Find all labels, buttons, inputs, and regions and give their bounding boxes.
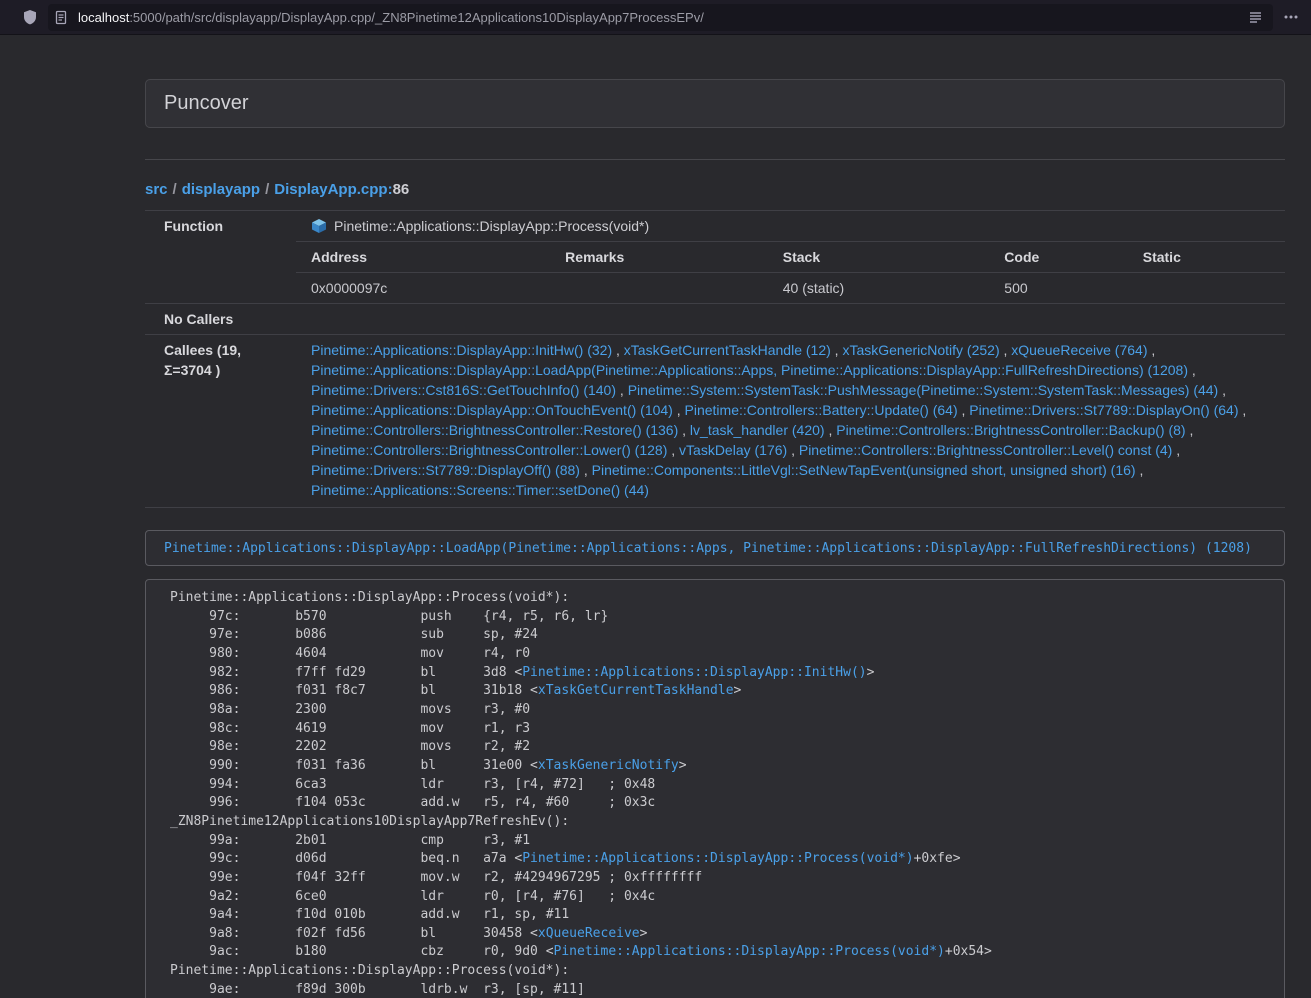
url-path: :5000/path/src/displayapp/DisplayApp.cpp… — [129, 10, 704, 25]
function-icon — [311, 218, 327, 234]
column-header-address: Address — [296, 242, 550, 273]
callee-link[interactable]: Pinetime::Controllers::BrightnessControl… — [799, 442, 1172, 458]
code-symbol-link[interactable]: Pinetime::Applications::DisplayApp::Proc… — [522, 851, 913, 866]
column-header-stack: Stack — [768, 242, 990, 273]
page-actions-menu-icon[interactable] — [1279, 9, 1303, 25]
callee-link[interactable]: Pinetime::Applications::DisplayApp::Init… — [311, 342, 612, 358]
stack-value: 40 (static) — [768, 273, 990, 304]
selected-symbol-box: Pinetime::Applications::DisplayApp::Load… — [145, 530, 1285, 566]
code-symbol-link[interactable]: xQueueReceive — [538, 926, 640, 941]
callees-label: Callees (19, Σ=3704 ) — [145, 335, 296, 508]
tracking-protection-shield-icon[interactable] — [22, 9, 38, 25]
breadcrumb-link-displayapp[interactable]: displayapp — [182, 181, 260, 198]
column-header-static: Static — [1128, 242, 1285, 273]
breadcrumb: src / displayapp / DisplayApp.cpp:86 — [145, 180, 1285, 200]
column-header-code: Code — [989, 242, 1127, 273]
breadcrumb-line-number: 86 — [393, 181, 410, 198]
symbol-name: Pinetime::Applications::DisplayApp::Proc… — [334, 216, 649, 236]
url-bar[interactable]: localhost:5000/path/src/displayapp/Displ… — [48, 4, 1273, 31]
callee-link[interactable]: Pinetime::Controllers::BrightnessControl… — [311, 442, 667, 458]
breadcrumb-separator: / — [265, 181, 269, 198]
callee-link[interactable]: Pinetime::Components::LittleVgl::SetNewT… — [592, 462, 1136, 478]
callee-link[interactable]: Pinetime::Applications::DisplayApp::Load… — [311, 362, 1188, 378]
callee-link[interactable]: Pinetime::Controllers::Battery::Update()… — [685, 402, 958, 418]
function-table: Function Pinetime::Applications::Display… — [145, 210, 1285, 508]
callee-link[interactable]: Pinetime::Drivers::St7789::DisplayOff() … — [311, 462, 580, 478]
callee-link[interactable]: Pinetime::Controllers::BrightnessControl… — [836, 422, 1185, 438]
breadcrumb-link-src[interactable]: src — [145, 181, 168, 198]
callees-row: Callees (19, Σ=3704 ) Pinetime::Applicat… — [145, 335, 1285, 508]
symbol-line: Pinetime::Applications::DisplayApp::Proc… — [296, 211, 1285, 241]
code-symbol-link[interactable]: Pinetime::Applications::DisplayApp::Init… — [522, 665, 866, 680]
callee-link[interactable]: Pinetime::System::SystemTask::PushMessag… — [628, 382, 1219, 398]
callee-link[interactable]: xTaskGenericNotify (252) — [842, 342, 999, 358]
no-callers-row: No Callers — [145, 304, 1285, 335]
code-symbol-link[interactable]: xTaskGenericNotify — [538, 758, 679, 773]
breadcrumb-link-file[interactable]: DisplayApp.cpp: — [274, 181, 392, 198]
callee-link[interactable]: vTaskDelay (176) — [679, 442, 787, 458]
callee-link[interactable]: Pinetime::Drivers::St7789::DisplayOn() (… — [969, 402, 1238, 418]
code-symbol-link[interactable]: Pinetime::Applications::DisplayApp::Proc… — [554, 944, 945, 959]
callee-link[interactable]: lv_task_handler (420) — [690, 422, 825, 438]
callee-link[interactable]: Pinetime::Applications::Screens::Timer::… — [311, 482, 649, 498]
divider — [145, 159, 1285, 160]
detail-value-row: 0x0000097c 40 (static) 500 — [296, 273, 1285, 304]
callee-link[interactable]: xQueueReceive (764) — [1011, 342, 1147, 358]
static-value — [1128, 273, 1285, 304]
function-row-label: Function — [145, 211, 296, 304]
detail-header-row: Address Remarks Stack Code Static — [296, 242, 1285, 273]
callees-list: Pinetime::Applications::DisplayApp::Init… — [296, 335, 1285, 508]
callee-link[interactable]: Pinetime::Drivers::Cst816S::GetTouchInfo… — [311, 382, 616, 398]
reader-view-icon[interactable] — [1248, 10, 1263, 25]
callee-link[interactable]: xTaskGetCurrentTaskHandle (12) — [624, 342, 831, 358]
page-info-icon[interactable] — [54, 10, 68, 25]
page-content: Puncover src / displayapp / DisplayApp.cpp:8… — [145, 35, 1285, 998]
column-header-remarks: Remarks — [550, 242, 768, 273]
code-value: 500 — [989, 273, 1127, 304]
address-value: 0x0000097c — [296, 273, 550, 304]
app-title: Puncover — [164, 92, 249, 115]
function-row: Function Pinetime::Applications::Display… — [145, 211, 1285, 304]
no-callers-label: No Callers — [145, 304, 296, 335]
url-host: localhost — [78, 10, 129, 25]
disassembly-code: Pinetime::Applications::DisplayApp::Proc… — [145, 579, 1285, 998]
browser-toolbar: localhost:5000/path/src/displayapp/Displ… — [0, 0, 1311, 35]
remarks-value — [550, 273, 768, 304]
function-detail-table: Address Remarks Stack Code Static 0x0000… — [296, 241, 1285, 303]
code-symbol-link[interactable]: xTaskGetCurrentTaskHandle — [538, 683, 734, 698]
callee-link[interactable]: Pinetime::Applications::DisplayApp::OnTo… — [311, 402, 673, 418]
callee-link[interactable]: Pinetime::Controllers::BrightnessControl… — [311, 422, 678, 438]
selected-symbol-link[interactable]: Pinetime::Applications::DisplayApp::Load… — [164, 541, 1252, 556]
breadcrumb-separator: / — [173, 181, 177, 198]
url-text[interactable]: localhost:5000/path/src/displayapp/Displ… — [78, 10, 1248, 25]
app-header: Puncover — [145, 79, 1285, 128]
